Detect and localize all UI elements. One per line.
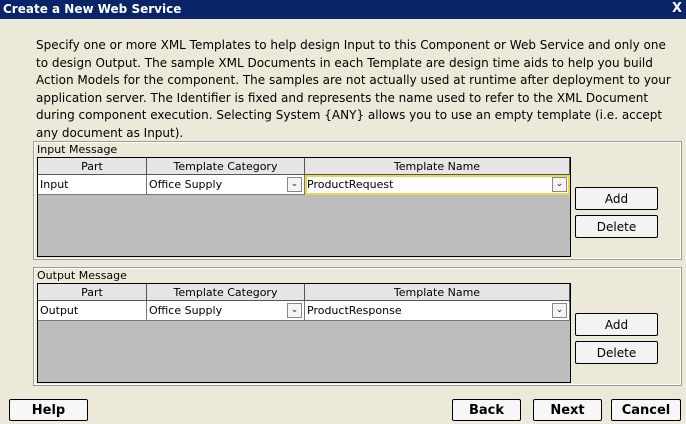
window-title: Create a New Web Service [3,2,182,16]
col-header-part[interactable]: Part [38,284,147,301]
output-message-group: Output Message Part Template Category Te… [33,267,682,386]
instructions-text: Specify one or more XML Templates to hel… [36,38,671,140]
output-delete-button[interactable]: Delete [575,341,658,364]
input-part-cell[interactable]: Input [38,175,147,195]
input-category-value: Office Supply [149,178,223,191]
close-icon[interactable]: X [672,1,682,16]
output-add-button[interactable]: Add [575,313,658,336]
input-template-value: ProductRequest [307,178,394,191]
title-bar: Create a New Web Service X [0,0,686,19]
chevron-down-icon[interactable]: ⌄ [287,303,302,318]
back-button[interactable]: Back [452,399,521,421]
col-header-template-category[interactable]: Template Category [147,158,305,175]
dialog-footer: Help Back Next Cancel [0,394,686,424]
input-category-cell[interactable]: Office Supply ⌄ [147,175,305,195]
output-template-value: ProductResponse [307,304,402,317]
chevron-down-icon[interactable]: ⌄ [552,177,567,192]
cancel-button[interactable]: Cancel [611,399,681,421]
output-message-table: Part Template Category Template Name Out… [37,283,571,383]
col-header-template-name[interactable]: Template Name [305,158,570,175]
col-header-template-name[interactable]: Template Name [305,284,570,301]
output-category-value: Office Supply [149,304,223,317]
output-message-title: Output Message [37,269,127,282]
input-message-title: Input Message [37,143,118,156]
input-message-table: Part Template Category Template Name Inp… [37,157,571,257]
col-header-part[interactable]: Part [38,158,147,175]
col-header-template-category[interactable]: Template Category [147,284,305,301]
output-template-cell[interactable]: ProductResponse ⌄ [305,301,570,321]
input-add-button[interactable]: Add [575,187,658,210]
input-delete-button[interactable]: Delete [575,215,658,238]
output-part-cell[interactable]: Output [38,301,147,321]
input-template-cell[interactable]: ProductRequest ⌄ [305,175,570,195]
output-category-cell[interactable]: Office Supply ⌄ [147,301,305,321]
chevron-down-icon[interactable]: ⌄ [287,177,302,192]
chevron-down-icon[interactable]: ⌄ [552,303,567,318]
next-button[interactable]: Next [533,399,602,421]
help-button[interactable]: Help [9,399,88,421]
input-message-group: Input Message Part Template Category Tem… [33,141,682,260]
